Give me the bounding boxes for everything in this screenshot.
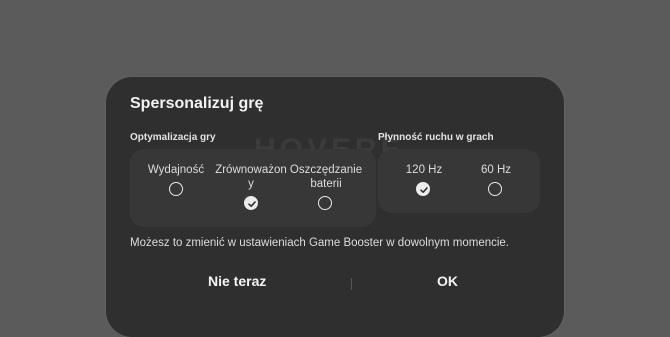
checkmark-icon [248, 201, 256, 207]
option-120hz-radio[interactable] [416, 182, 430, 196]
smoothness-panel [378, 149, 540, 213]
option-battery-radio[interactable] [318, 196, 332, 210]
option-balanced-label: Zrównoważon y [215, 164, 287, 190]
dialog-title: Spersonalizuj grę [130, 95, 264, 112]
option-balanced-radio[interactable] [244, 196, 258, 210]
option-performance-label: Wydajność [147, 164, 205, 176]
smoothness-section-label: Płynność ruchu w grach [378, 132, 494, 143]
optimization-section-label: Optymalizacja gry [130, 132, 216, 143]
button-divider [351, 278, 352, 290]
option-120hz-label: 120 Hz [405, 164, 443, 176]
option-60hz-label: 60 Hz [480, 164, 512, 176]
ok-button[interactable]: OK [437, 273, 458, 289]
checkmark-icon [420, 187, 428, 193]
personalize-game-dialog: HOVERE Spersonalizuj grę Optymalizacja g… [106, 77, 564, 337]
not-now-button[interactable]: Nie teraz [208, 273, 266, 289]
option-battery-label: Oszczędzanie baterii [289, 164, 363, 190]
info-text: Możesz to zmienić w ustawieniach Game Bo… [130, 237, 510, 249]
option-performance-radio[interactable] [169, 182, 183, 196]
option-60hz-radio[interactable] [488, 182, 502, 196]
